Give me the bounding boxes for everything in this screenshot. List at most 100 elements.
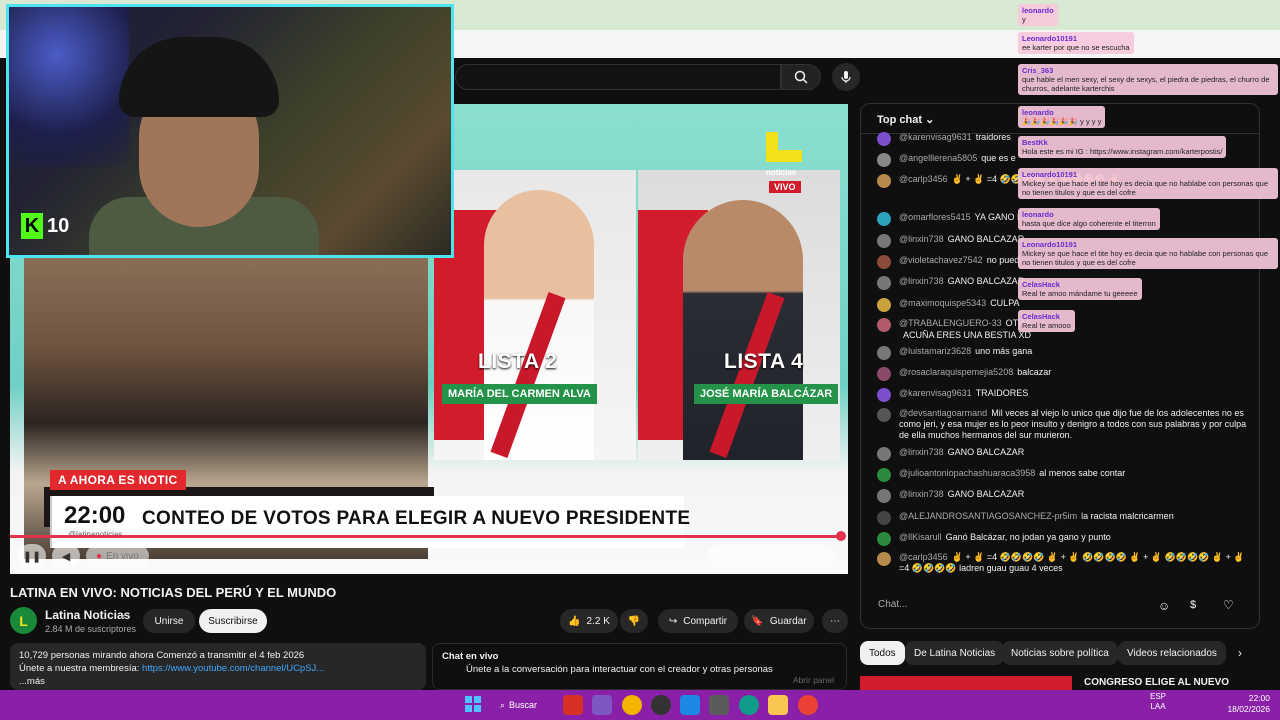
kick-chat-message: BestKk Hola este es mi IG : https://www.i… <box>1018 136 1227 158</box>
join-button[interactable]: Unirse <box>143 609 195 633</box>
chat-avatar[interactable] <box>877 132 891 146</box>
chat-author[interactable]: @omarflores5415 <box>899 212 971 222</box>
windows-start-icon[interactable] <box>464 695 482 713</box>
chat-author[interactable]: @linxin738 <box>899 489 944 499</box>
chat-avatar[interactable] <box>877 532 891 546</box>
chat-avatar[interactable] <box>877 552 891 566</box>
chat-author[interactable]: @linxin738 <box>899 447 944 457</box>
kick-logo-icon: K <box>21 213 43 239</box>
like-count: 2.2 K <box>586 615 610 627</box>
chat-author[interactable]: @llKisarull <box>899 532 942 542</box>
filter-chip[interactable]: De Latina Noticias <box>905 641 1005 665</box>
description-more[interactable]: ...más <box>19 675 417 688</box>
taskbar-search[interactable]: ⌕ Buscar <box>500 695 556 715</box>
chat-author[interactable]: @angelllerena5805 <box>899 153 977 163</box>
chat-message-body: @linxin738 GANO BALCAZAR <box>899 447 1024 461</box>
filter-chip[interactable]: Noticias sobre política <box>1002 641 1118 665</box>
chat-author[interactable]: @karenvisag9631 <box>899 132 972 142</box>
app-icon-pdf[interactable] <box>563 695 583 715</box>
chat-author[interactable]: @linxin738 <box>899 276 944 286</box>
chat-avatar[interactable] <box>877 174 891 188</box>
pause-button[interactable]: ❚❚ <box>18 544 46 568</box>
filter-chip[interactable]: Todos <box>860 641 905 665</box>
search-input[interactable] <box>455 64 781 90</box>
membership-link[interactable]: https://www.youtube.com/channel/UCpSJ... <box>142 663 324 674</box>
chat-avatar[interactable] <box>877 511 891 525</box>
description-box[interactable]: 10,729 personas mirando ahora Comenzó a … <box>10 643 426 690</box>
like-button[interactable]: 👍 2.2 K <box>560 609 618 633</box>
chat-text: CULPA <box>990 298 1020 308</box>
chat-author[interactable]: @TRABALENGUERO-33 <box>899 318 1002 328</box>
live-label: En vivo <box>106 550 139 562</box>
chat-author[interactable]: @maximoquispe5343 <box>899 298 986 308</box>
volume-icon: ◀ <box>61 550 71 563</box>
channel-name[interactable]: Latina Noticias <box>45 608 130 622</box>
chat-avatar[interactable] <box>877 408 891 422</box>
chrome-icon[interactable] <box>622 695 642 715</box>
dislike-button[interactable]: 👎 <box>620 609 648 633</box>
related-title[interactable]: CONGRESO ELIGE AL NUEVO <box>1084 677 1229 688</box>
top-chat-selector[interactable]: Top chat ⌄ <box>877 113 934 126</box>
chat-author[interactable]: @luistamariz3628 <box>899 346 971 356</box>
chat-avatar[interactable] <box>877 255 891 269</box>
open-panel-button[interactable]: Abrir panel <box>793 674 834 687</box>
chat-author[interactable]: @carlp3456 <box>899 174 948 184</box>
related-thumbnail[interactable] <box>860 676 1072 690</box>
mail-icon[interactable] <box>680 695 700 715</box>
volume-button[interactable]: ◀ <box>52 544 80 568</box>
kick-chat-overlay: leonardo y Leonardo10191 ee karter por que … <box>1018 2 1280 342</box>
chat-avatar[interactable] <box>877 298 891 312</box>
chat-avatar[interactable] <box>877 447 891 461</box>
chat-message: @llKisarull Ganó Balcázar, no jodan ya ga… <box>877 532 1247 546</box>
chat-author[interactable]: @karenvisag9631 <box>899 388 972 398</box>
chat-message-body: @linxin738 GANO BALCAZAR <box>899 489 1024 503</box>
chat-author[interactable]: @rosaclaraquispemejia5208 <box>899 367 1013 377</box>
chrome-icon-2[interactable] <box>798 695 818 715</box>
chat-avatar[interactable] <box>877 468 891 482</box>
channel-avatar[interactable]: L <box>10 607 37 634</box>
chat-avatar[interactable] <box>877 153 891 167</box>
progress-scrubber[interactable] <box>836 531 846 541</box>
live-indicator[interactable]: ● En vivo <box>86 545 149 567</box>
chat-avatar[interactable] <box>877 367 891 381</box>
chat-message: @linxin738 GANO BALCAZAR <box>877 489 1247 503</box>
language-indicator[interactable]: ESP LAA <box>1150 692 1166 712</box>
search-button[interactable] <box>781 64 821 90</box>
share-button[interactable]: ↪ Compartir <box>658 609 738 633</box>
chat-author[interactable]: @carlp3456 <box>899 552 948 562</box>
chat-author[interactable]: @devsantiagoarmand <box>899 408 987 418</box>
kick-chat-text: hasta que dice algo coherente el titerro… <box>1022 219 1156 228</box>
store-icon[interactable] <box>709 695 729 715</box>
app-icon-dark[interactable] <box>651 695 671 715</box>
chat-text: no pued <box>986 255 1020 265</box>
chat-avatar[interactable] <box>877 489 891 503</box>
emoji-icon[interactable]: ☺ <box>1158 599 1170 613</box>
chat-avatar[interactable] <box>877 234 891 248</box>
mic-button[interactable] <box>832 63 860 91</box>
save-button[interactable]: 🔖 Guardar <box>744 609 814 633</box>
subscribe-button[interactable]: Suscribirse <box>199 609 267 633</box>
chat-input[interactable]: Chat... <box>873 594 1153 618</box>
edge-icon[interactable] <box>739 695 759 715</box>
video-progress-bar[interactable] <box>10 535 842 538</box>
filter-chip[interactable]: Videos relacionados <box>1118 641 1226 665</box>
chat-avatar[interactable] <box>877 388 891 402</box>
chat-author[interactable]: @linxin738 <box>899 234 944 244</box>
chat-avatar[interactable] <box>877 346 891 360</box>
chat-avatar[interactable] <box>877 212 891 226</box>
chat-author[interactable]: @ALEJANDROSANTIAGOSANCHEZ-pr5im <box>899 511 1077 521</box>
chat-avatar[interactable] <box>877 276 891 290</box>
super-chat-icon[interactable]: $ <box>1190 599 1196 611</box>
kick-chat-text: 🎉🎉🎉🎉🎉🎉 y y y y <box>1022 117 1102 126</box>
heart-icon[interactable]: ♡ <box>1223 598 1234 612</box>
chat-author[interactable]: @violetachavez7542 <box>899 255 983 265</box>
more-actions-button[interactable]: ⋯ <box>822 609 848 633</box>
app-icon-copilot[interactable] <box>592 695 612 715</box>
file-explorer-icon[interactable] <box>768 695 788 715</box>
share-label: Compartir <box>683 615 728 627</box>
chat-avatar[interactable] <box>877 318 891 332</box>
chat-author[interactable]: @julioantoniopachashuaraca3958 <box>899 468 1035 478</box>
chevron-right-icon[interactable]: › <box>1238 646 1242 660</box>
player-right-controls[interactable] <box>707 545 835 567</box>
taskbar-clock[interactable]: 22:00 18/02/2026 <box>1220 693 1270 715</box>
